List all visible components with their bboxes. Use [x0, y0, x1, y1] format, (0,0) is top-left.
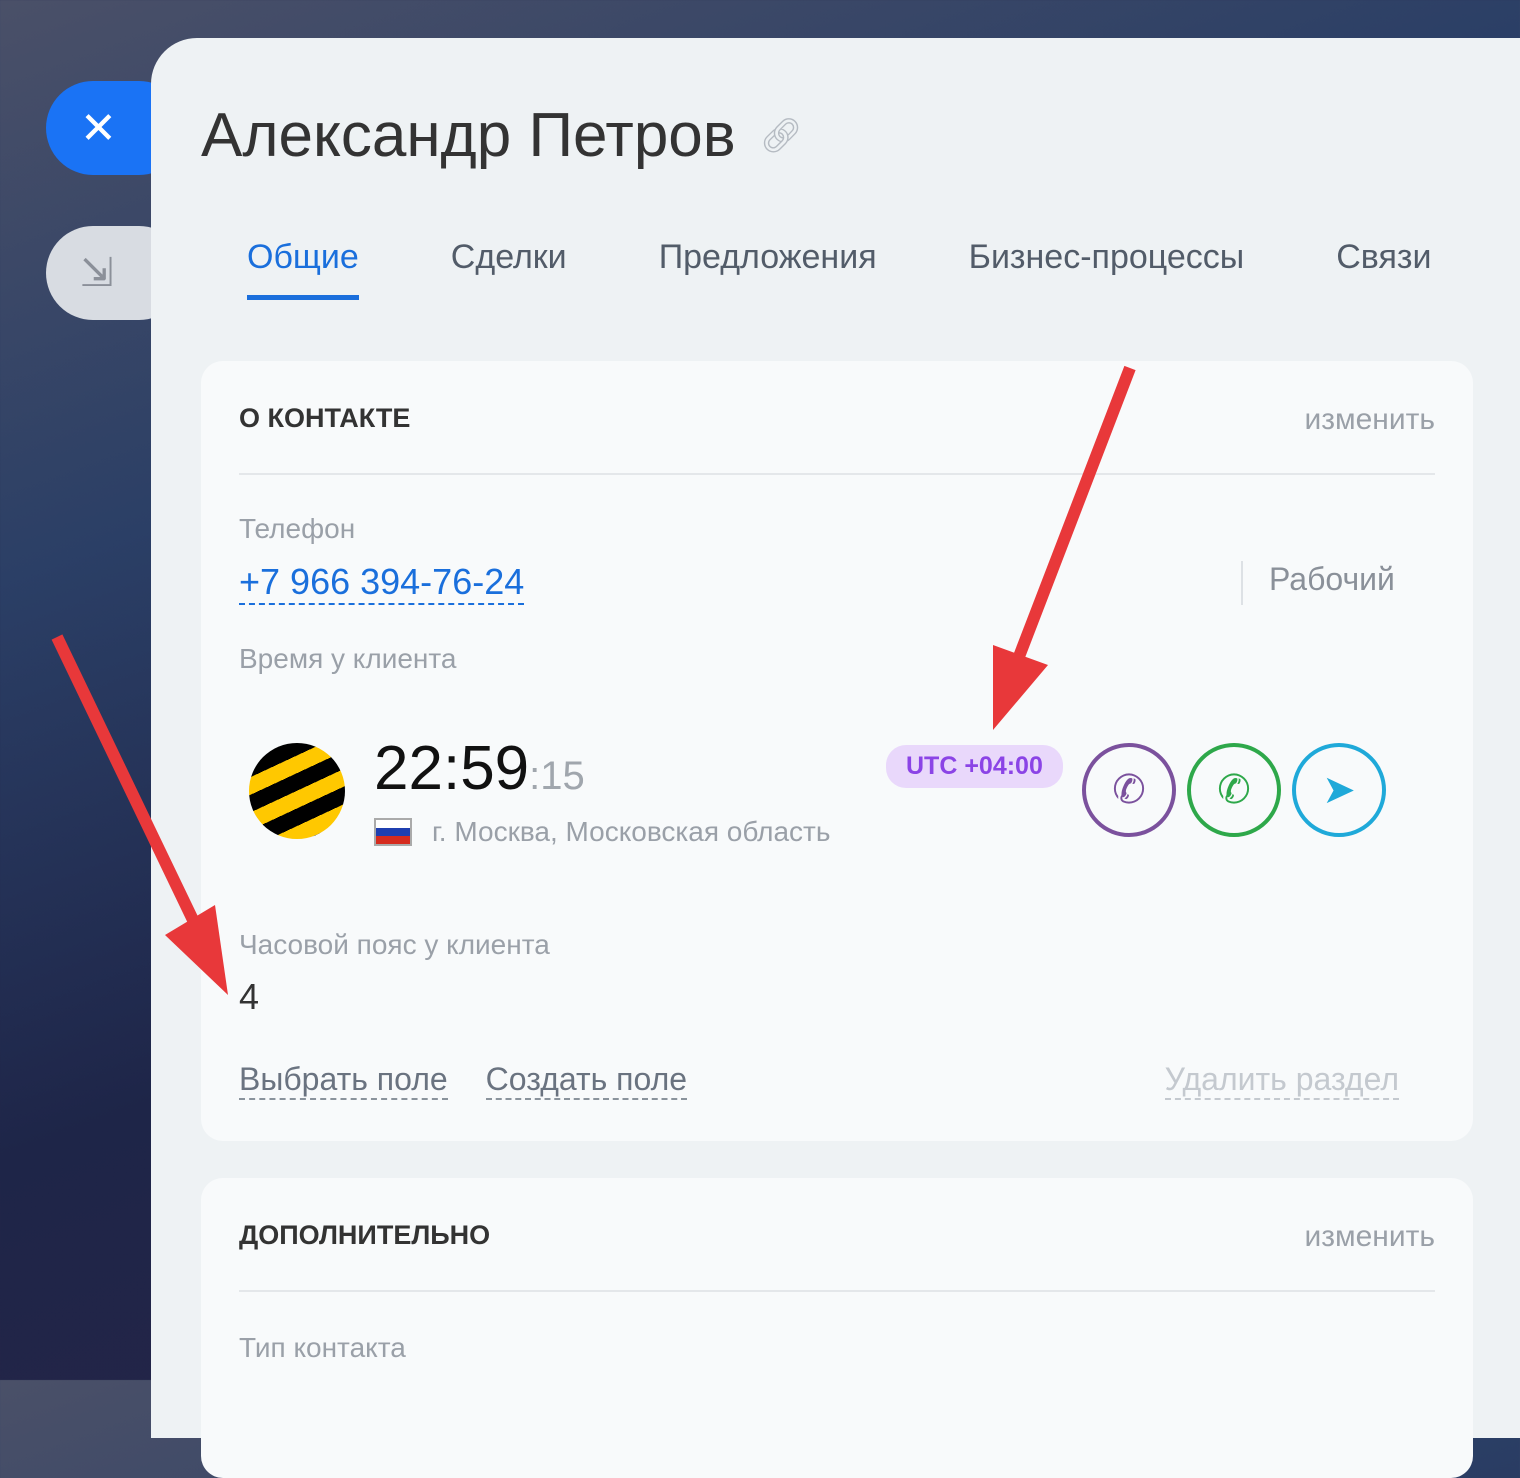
viber-button[interactable]: ✆ [1082, 743, 1176, 837]
phone-link[interactable]: +7 966 394-76-24 [239, 561, 525, 605]
timezone-value: 4 [239, 976, 260, 1017]
time-label: Время у клиента [239, 643, 457, 674]
page-title: Александр Петров 🔗︎ [201, 100, 803, 171]
tab-quotes[interactable]: Предложения [659, 238, 877, 300]
whatsapp-icon: ✆ [1217, 768, 1251, 812]
telegram-button[interactable]: ➤ [1292, 743, 1386, 837]
link-icon[interactable]: 🔗︎ [760, 116, 803, 156]
contact-name: Александр Петров [201, 101, 736, 170]
russia-flag-icon [374, 818, 412, 846]
time-value: 22:59 [374, 734, 530, 803]
delete-section-link[interactable]: Удалить раздел [1164, 1061, 1399, 1100]
city-text: г. Москва, Московская область [432, 816, 831, 847]
client-time: 22:59:15 [374, 733, 585, 804]
create-field-link[interactable]: Создать поле [485, 1061, 688, 1100]
phone-label: Телефон [239, 513, 356, 544]
edit-button[interactable]: изменить [1304, 403, 1435, 437]
section-title: ДОПОЛНИТЕЛЬНО [239, 1220, 491, 1250]
contact-panel: Александр Петров 🔗︎ Общие Сделки Предложе… [151, 38, 1520, 1478]
tab-business-processes[interactable]: Бизнес-процессы [969, 238, 1245, 300]
viber-icon: ✆ [1112, 768, 1146, 812]
tab-links[interactable]: Связи [1336, 238, 1431, 300]
about-contact-section: О КОНТАКТЕ изменить Телефон +7 966 394-76… [201, 361, 1473, 1141]
timezone-label: Часовой пояс у клиента [239, 929, 550, 960]
operator-logo-icon [249, 743, 345, 839]
tab-deals[interactable]: Сделки [451, 238, 567, 300]
minimize-icon: ⇲ [80, 251, 114, 295]
tab-general[interactable]: Общие [247, 238, 359, 300]
telegram-icon: ➤ [1322, 768, 1356, 812]
select-field-link[interactable]: Выбрать поле [239, 1061, 448, 1100]
tabs: Общие Сделки Предложения Бизнес-процессы… [247, 238, 1431, 300]
phone-type: Рабочий [1241, 561, 1395, 605]
time-seconds: :15 [529, 754, 585, 798]
whatsapp-button[interactable]: ✆ [1187, 743, 1281, 837]
edit-button[interactable]: изменить [1304, 1220, 1435, 1254]
additional-section: ДОПОЛНИТЕЛЬНО изменить Тип контакта [201, 1178, 1473, 1478]
utc-badge: UTC +04:00 [886, 745, 1063, 788]
client-location: г. Москва, Московская область [374, 816, 830, 848]
contact-type-label: Тип контакта [239, 1332, 406, 1363]
section-title: О КОНТАКТЕ [239, 403, 411, 433]
close-icon: ✕ [80, 103, 117, 153]
